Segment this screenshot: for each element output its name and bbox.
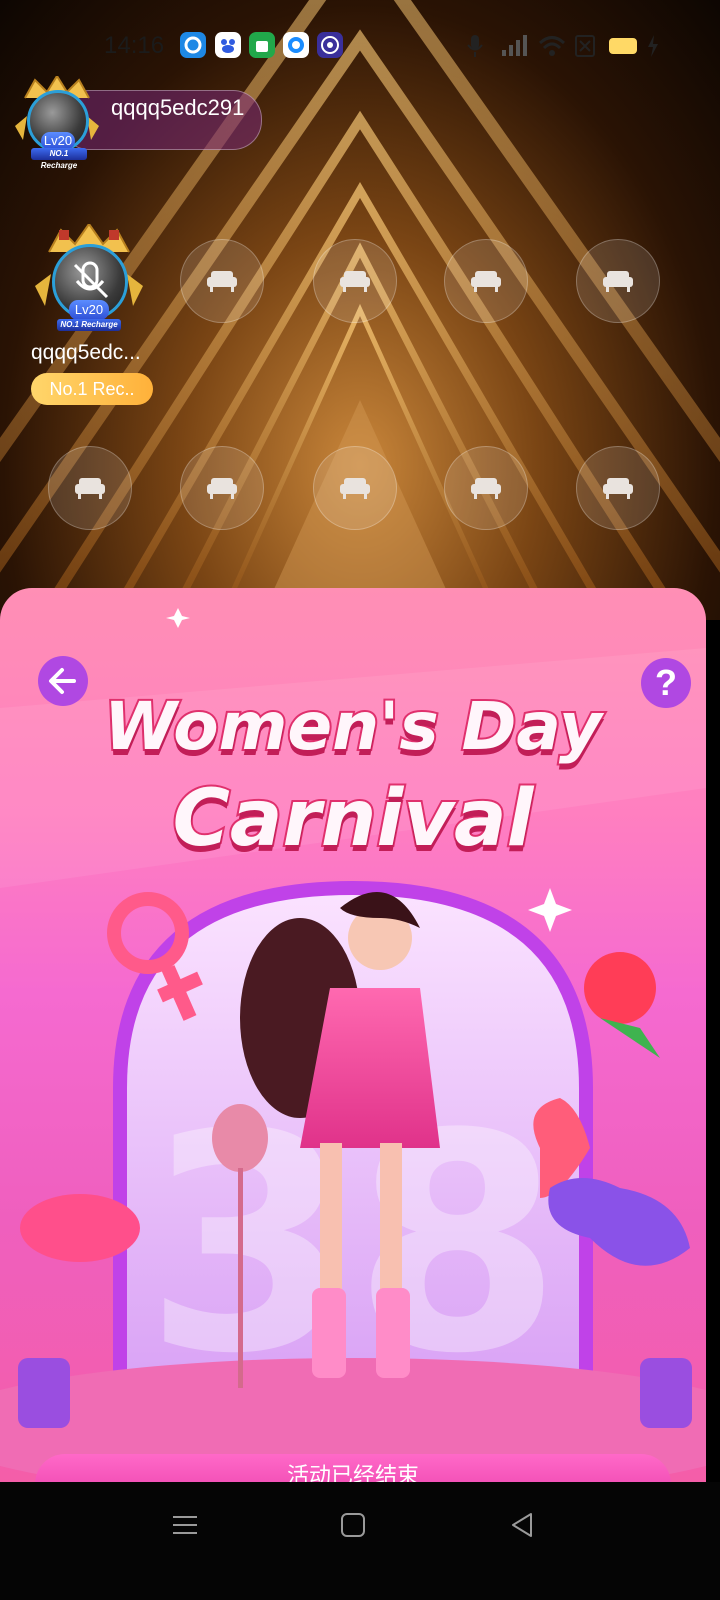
host-rank-strip: NO.1 Recharge bbox=[31, 148, 87, 170]
seat-rank-strip: NO.1 Recharge bbox=[57, 319, 121, 331]
navigation-bar bbox=[0, 1482, 720, 1600]
host-name: qqqq5edc291 bbox=[111, 95, 245, 120]
no-sim-icon bbox=[574, 34, 596, 63]
sofa-icon bbox=[340, 271, 370, 292]
empty-seat-6[interactable] bbox=[48, 446, 132, 530]
seat-1-occupied[interactable]: Lv20 NO.1 Recharge bbox=[35, 224, 143, 332]
microphone-icon bbox=[466, 34, 484, 63]
seat-1-name: qqqq5edc... bbox=[31, 341, 141, 364]
empty-seat-8[interactable] bbox=[313, 446, 397, 530]
status-time: 14:16 bbox=[104, 32, 165, 59]
empty-seat-2[interactable] bbox=[180, 239, 264, 323]
back-icon[interactable] bbox=[507, 1510, 537, 1545]
sofa-icon bbox=[75, 478, 105, 499]
wifi-icon bbox=[538, 34, 566, 63]
empty-seat-4[interactable] bbox=[444, 239, 528, 323]
empty-seat-9[interactable] bbox=[444, 446, 528, 530]
orbit-app-icon bbox=[317, 32, 343, 58]
qq-browser-icon bbox=[283, 32, 309, 58]
status-bar: 14:16 bbox=[0, 28, 720, 62]
host-avatar[interactable]: Lv20 NO.1 Recharge bbox=[15, 76, 99, 170]
event-title-line-1: Women's Day bbox=[102, 686, 604, 767]
event-title-line-2: Carnival bbox=[171, 772, 536, 866]
seat-1-rank-tag: No.1 Rec.. bbox=[31, 373, 153, 405]
menu-icon[interactable] bbox=[170, 1510, 200, 1545]
seat-level-badge: Lv20 bbox=[69, 300, 109, 320]
battery-icon bbox=[608, 34, 640, 63]
sofa-icon bbox=[471, 478, 501, 499]
signal-icon bbox=[500, 34, 530, 63]
sofa-icon bbox=[603, 271, 633, 292]
circle-app-icon bbox=[180, 32, 206, 58]
android-store-icon bbox=[249, 32, 275, 58]
charging-icon bbox=[646, 34, 660, 63]
sofa-icon bbox=[207, 478, 237, 499]
sofa-icon bbox=[603, 478, 633, 499]
sofa-icon bbox=[340, 478, 370, 499]
empty-seat-5[interactable] bbox=[576, 239, 660, 323]
empty-seat-7[interactable] bbox=[180, 446, 264, 530]
home-icon[interactable] bbox=[339, 1511, 367, 1544]
sofa-icon bbox=[471, 271, 501, 292]
baidu-icon bbox=[215, 32, 241, 58]
empty-seat-3[interactable] bbox=[313, 239, 397, 323]
empty-seat-10[interactable] bbox=[576, 446, 660, 530]
event-panel: 38 ? Women's Day Carnival 活动已经结束 bbox=[0, 588, 706, 1488]
sofa-icon bbox=[207, 271, 237, 292]
